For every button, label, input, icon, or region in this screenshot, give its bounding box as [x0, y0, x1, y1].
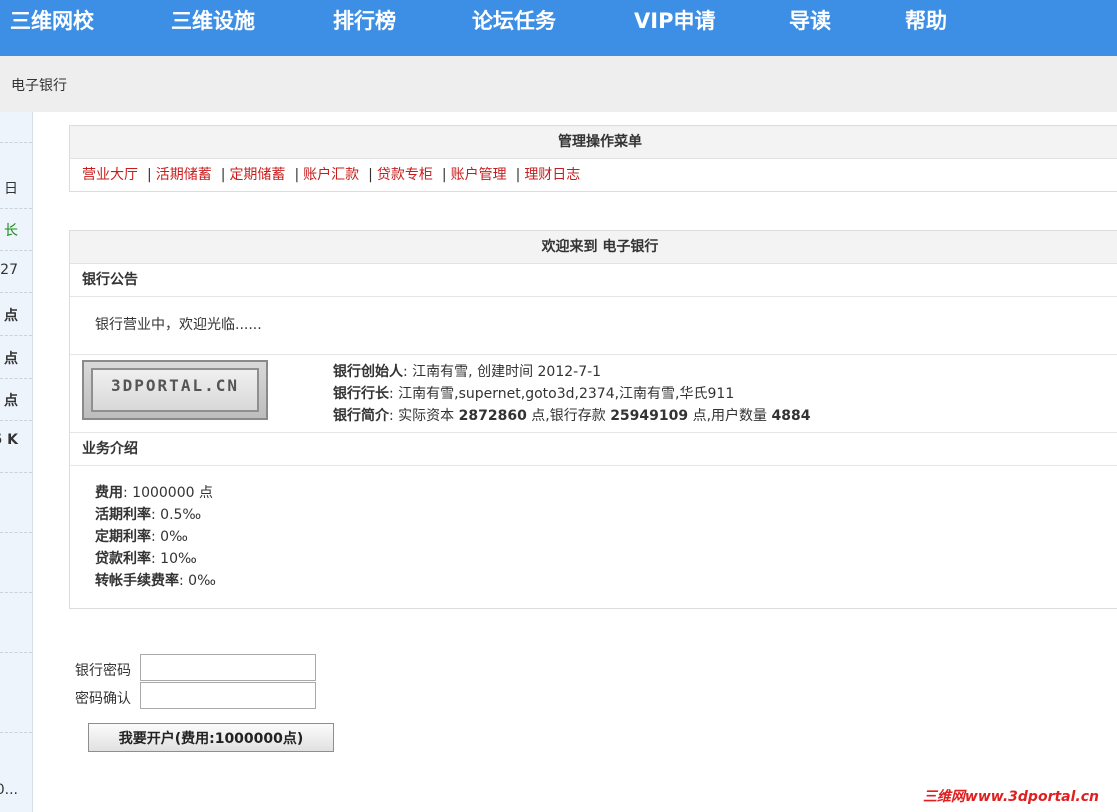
sidebar-divider — [0, 335, 32, 336]
fee-value: : 0‰ — [151, 529, 188, 545]
notice-text: 银行营业中，欢迎光临...... — [70, 297, 1117, 355]
nav-item-ranking[interactable]: 排行榜 — [333, 4, 396, 38]
menu-link-account[interactable]: 账户管理 — [451, 167, 507, 183]
fee-row: 活期利率: 0.5‰ — [95, 504, 1117, 526]
menu-link-hall[interactable]: 营业大厅 — [82, 167, 138, 183]
intro-line: 银行简介: 实际资本 2872860 点,银行存款 25949109 点,用户数… — [333, 405, 810, 427]
fee-value: : 10‰ — [151, 551, 197, 567]
intro-mid2: 点,用户数量 — [692, 408, 768, 424]
sidebar-item: 点 — [4, 351, 18, 367]
menu-separator: | — [294, 167, 300, 183]
founder-line: 银行创始人: 江南有雪, 创建时间 2012-7-1 — [333, 361, 810, 383]
sidebar-item: 5 K — [0, 432, 18, 448]
nav-item-vip[interactable]: VIP申请 — [634, 4, 715, 38]
sidebar-item: 点 — [4, 393, 18, 409]
fee-label: 贷款利率 — [95, 551, 151, 567]
sidebar-divider — [0, 378, 32, 379]
menu-separator: | — [220, 167, 226, 183]
business-title: 业务介绍 — [70, 433, 1117, 466]
menu-link-demand-savings[interactable]: 活期储蓄 — [156, 167, 212, 183]
intro-label: 银行简介 — [333, 408, 389, 424]
menu-separator: | — [147, 167, 152, 183]
nav-item-help[interactable]: 帮助 — [905, 4, 947, 38]
fee-value: : 0.5‰ — [151, 507, 202, 523]
password-label: 银行密码 — [75, 663, 131, 679]
management-menu-panel: 管理操作菜单 营业大厅 | 活期储蓄 | 定期储蓄 | 账户汇款 | 贷款专柜 | 账户管理 | 理财日… — [69, 125, 1117, 192]
manager-line: 银行行长: 江南有雪,supernet,goto3d,2374,江南有雪,华氏9… — [333, 383, 810, 405]
deposits-value: 25949109 — [610, 408, 689, 424]
menu-link-fixed-savings[interactable]: 定期储蓄 — [229, 167, 285, 183]
left-sidebar: 日 长 027 点 点 点 5 K 0... — [0, 112, 33, 812]
top-navigation: 三维网校 三维设施 排行榜 论坛任务 VIP申请 导读 帮助 — [0, 0, 1117, 56]
menu-link-finance-log[interactable]: 理财日志 — [524, 167, 580, 183]
sidebar-divider — [0, 592, 32, 593]
notice-title: 银行公告 — [70, 264, 1117, 297]
business-details: 费用: 1000000 点 活期利率: 0.5‰ 定期利率: 0‰ 贷款利率: … — [70, 466, 1117, 608]
breadcrumb[interactable]: 电子银行 — [11, 75, 67, 95]
fee-row: 贷款利率: 10‰ — [95, 548, 1117, 570]
fee-value: : 1000000 点 — [123, 485, 213, 501]
logo-text: 3DPORTAL.CN — [111, 376, 239, 395]
sidebar-item: 点 — [4, 308, 18, 324]
nav-item-school[interactable]: 三维网校 — [10, 4, 94, 38]
menu-links: 营业大厅 | 活期储蓄 | 定期储蓄 | 账户汇款 | 贷款专柜 | 账户管理 | 理财日志 — [70, 159, 1117, 191]
sidebar-divider — [0, 142, 32, 143]
password-input[interactable] — [140, 654, 316, 681]
manager-label: 银行行长 — [333, 386, 389, 402]
intro-mid1: 点,银行存款 — [531, 408, 606, 424]
sidebar-divider — [0, 250, 32, 251]
nav-item-guide[interactable]: 导读 — [789, 4, 831, 38]
sidebar-item: 日 — [4, 181, 18, 197]
breadcrumb-bar: 电子银行 — [0, 56, 1117, 112]
sidebar-divider — [0, 208, 32, 209]
sidebar-item[interactable]: 长 — [4, 220, 18, 240]
bank-info-lines: 银行创始人: 江南有雪, 创建时间 2012-7-1 银行行长: 江南有雪,su… — [333, 361, 810, 427]
sidebar-divider — [0, 420, 32, 421]
bank-logo: 3DPORTAL.CN — [82, 360, 268, 420]
sidebar-divider — [0, 292, 32, 293]
sidebar-divider — [0, 652, 32, 653]
menu-link-loans[interactable]: 贷款专柜 — [377, 167, 433, 183]
fee-row: 定期利率: 0‰ — [95, 526, 1117, 548]
nav-item-tasks[interactable]: 论坛任务 — [472, 4, 556, 38]
menu-separator: | — [441, 167, 447, 183]
menu-separator: | — [368, 167, 373, 183]
confirm-row: 密码确认 — [75, 682, 316, 709]
menu-link-remittance[interactable]: 账户汇款 — [303, 167, 359, 183]
confirm-label: 密码确认 — [75, 691, 131, 707]
bank-info-panel: 欢迎来到 电子银行 银行公告 银行营业中，欢迎光临...... 3DPORTAL… — [69, 230, 1117, 609]
password-row: 银行密码 — [75, 654, 316, 681]
menu-separator: | — [515, 167, 521, 183]
founder-label: 银行创始人 — [333, 364, 403, 380]
fee-value: : 0‰ — [179, 573, 216, 589]
sidebar-divider — [0, 532, 32, 533]
site-watermark: 三维网www.3dportal.cn — [922, 789, 1099, 805]
fee-label: 转帐手续费率 — [95, 573, 179, 589]
fee-label: 活期利率 — [95, 507, 151, 523]
intro-prefix: : 实际资本 — [389, 408, 455, 424]
founder-value: : 江南有雪, 创建时间 2012-7-1 — [403, 364, 602, 380]
capital-value: 2872860 — [458, 408, 527, 424]
manager-value: : 江南有雪,supernet,goto3d,2374,江南有雪,华氏911 — [389, 386, 735, 402]
fee-label: 费用 — [95, 485, 123, 501]
bank-panel-title: 欢迎来到 电子银行 — [70, 231, 1117, 264]
sidebar-divider — [0, 472, 32, 473]
fee-row: 转帐手续费率: 0‰ — [95, 570, 1117, 592]
confirm-password-input[interactable] — [140, 682, 316, 709]
bank-info-row: 3DPORTAL.CN 银行创始人: 江南有雪, 创建时间 2012-7-1 银… — [70, 355, 1117, 433]
fee-label: 定期利率 — [95, 529, 151, 545]
open-account-button[interactable]: 我要开户(费用:1000000点) — [88, 723, 334, 752]
menu-panel-title: 管理操作菜单 — [70, 126, 1117, 159]
fee-row: 费用: 1000000 点 — [95, 482, 1117, 504]
users-value: 4884 — [771, 408, 811, 424]
sidebar-item: 0... — [0, 782, 18, 798]
sidebar-item: 027 — [0, 262, 18, 278]
sidebar-divider — [0, 732, 32, 733]
nav-item-facility[interactable]: 三维设施 — [171, 4, 255, 38]
